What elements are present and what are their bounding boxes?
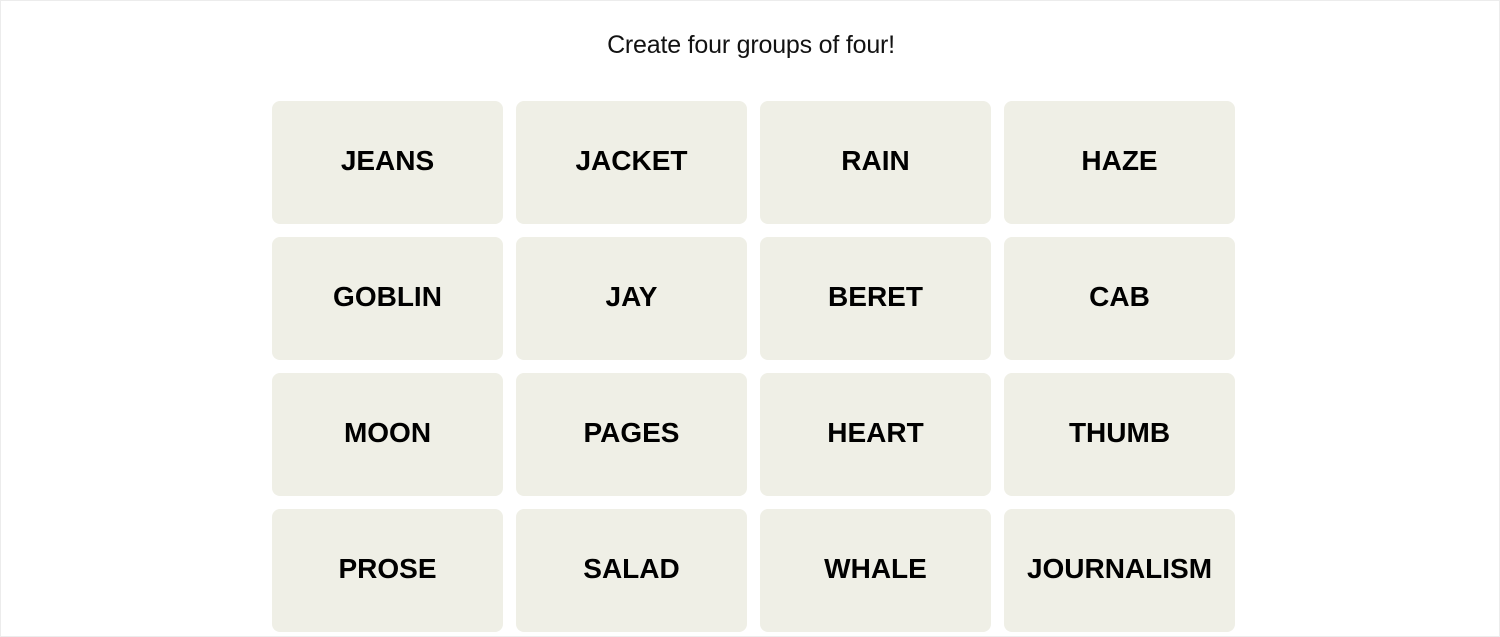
word-tile[interactable]: JEANS bbox=[272, 101, 503, 224]
word-tile[interactable]: BERET bbox=[760, 237, 991, 360]
word-tile[interactable]: CAB bbox=[1004, 237, 1235, 360]
word-tile[interactable]: HAZE bbox=[1004, 101, 1235, 224]
word-grid: JEANS JACKET RAIN HAZE GOBLIN JAY BERET … bbox=[272, 101, 1235, 632]
word-tile[interactable]: SALAD bbox=[516, 509, 747, 632]
word-tile[interactable]: JAY bbox=[516, 237, 747, 360]
word-tile[interactable]: RAIN bbox=[760, 101, 991, 224]
word-tile[interactable]: WHALE bbox=[760, 509, 991, 632]
word-tile[interactable]: PROSE bbox=[272, 509, 503, 632]
word-tile[interactable]: THUMB bbox=[1004, 373, 1235, 496]
word-tile[interactable]: JACKET bbox=[516, 101, 747, 224]
word-tile[interactable]: HEART bbox=[760, 373, 991, 496]
word-tile[interactable]: GOBLIN bbox=[272, 237, 503, 360]
word-tile[interactable]: MOON bbox=[272, 373, 503, 496]
instructions-text: Create four groups of four! bbox=[607, 31, 895, 59]
word-tile[interactable]: JOURNALISM bbox=[1004, 509, 1235, 632]
word-tile[interactable]: PAGES bbox=[516, 373, 747, 496]
